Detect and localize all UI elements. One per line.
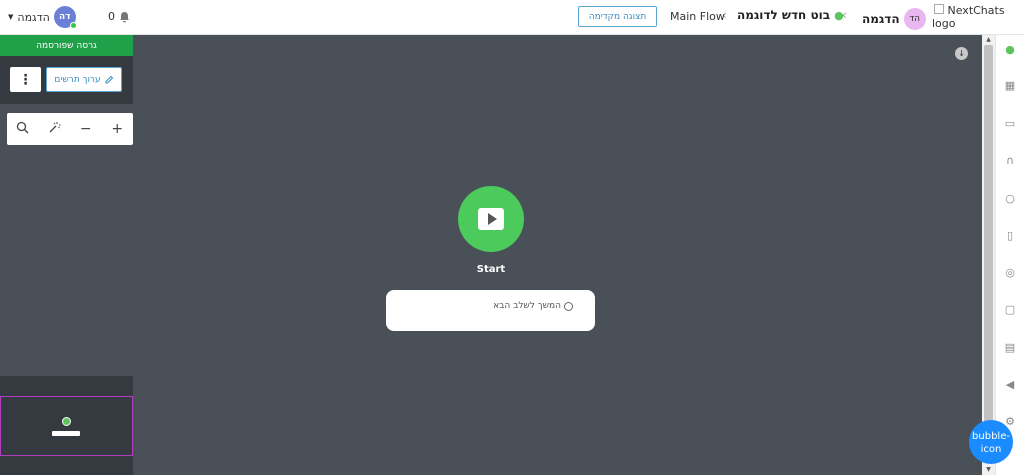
chat-bubble-button[interactable]: bubble-icon xyxy=(969,420,1013,464)
minimap-card-node xyxy=(52,431,80,436)
nav-bots-icon[interactable]: ● xyxy=(1003,43,1017,57)
minimap-start-node xyxy=(62,417,71,426)
bell-icon xyxy=(120,11,129,22)
right-sidebar-nav xyxy=(995,35,1024,475)
play-icon xyxy=(478,208,504,230)
zoom-toolbar: − + xyxy=(7,113,133,145)
user-initials: דה xyxy=(59,12,71,22)
logo[interactable]: NextChats logo xyxy=(926,0,1024,35)
nav-calendar-icon[interactable]: ▢ xyxy=(1003,303,1017,317)
edit-draft-label: ערוך תרשים xyxy=(54,74,101,85)
minimap-viewport[interactable] xyxy=(0,396,133,456)
breadcrumb-workspace[interactable]: הדגמה הד xyxy=(862,8,926,30)
notifications[interactable]: 0 xyxy=(108,10,130,23)
flow-name: Main Flow xyxy=(670,10,725,23)
user-menu[interactable]: ▼ הדגמה דה xyxy=(8,6,77,29)
workspace-avatar: הד xyxy=(903,8,926,30)
start-node-label: Start xyxy=(476,264,506,275)
preview-button[interactable]: תצוגה מקדימה xyxy=(578,6,657,27)
logo-broken-image-icon xyxy=(934,4,944,14)
user-name: הדגמה xyxy=(17,10,50,24)
workspace-name: הדגמה xyxy=(862,12,900,26)
chevron-down-icon: ▼ xyxy=(8,13,14,21)
online-status-dot xyxy=(69,22,77,29)
download-icon[interactable]: ↓ xyxy=(955,47,968,60)
nav-apps-grid-icon[interactable]: ▦ xyxy=(1003,79,1017,93)
nav-book-icon[interactable]: ▯ xyxy=(1003,229,1017,243)
nav-broadcast-icon[interactable]: ▭ xyxy=(1003,117,1017,131)
flow-canvas[interactable] xyxy=(133,35,995,475)
notification-count: 0 xyxy=(108,10,115,23)
scrollbar-thumb[interactable] xyxy=(984,45,993,460)
scroll-down-arrow-icon[interactable]: ▼ xyxy=(982,465,995,475)
more-options-button[interactable]: ⋮ xyxy=(10,67,41,92)
magic-wand-icon[interactable] xyxy=(42,121,66,138)
zoom-in-icon[interactable]: + xyxy=(105,121,129,137)
nav-user-icon[interactable]: ○ xyxy=(1003,192,1017,206)
nav-archive-icon[interactable]: ▤ xyxy=(1003,341,1017,355)
next-step-connector[interactable] xyxy=(564,302,573,311)
breadcrumb-bot[interactable]: בוט חדש לדוגמה ● xyxy=(737,8,844,22)
start-node[interactable] xyxy=(458,186,524,252)
nav-headset-icon[interactable]: ∩ xyxy=(1003,154,1017,168)
search-icon[interactable] xyxy=(11,121,35,138)
breadcrumb-flow[interactable]: Main Flow xyxy=(670,10,725,23)
nav-globe-icon[interactable]: ◎ xyxy=(1003,266,1017,280)
scroll-up-arrow-icon[interactable]: ▲ xyxy=(982,35,995,45)
bot-name: בוט חדש לדוגמה xyxy=(737,8,831,22)
published-version-badge: גרסה שפורסמה xyxy=(0,35,133,56)
edit-draft-button[interactable]: ערוך תרשים xyxy=(46,67,122,92)
nav-megaphone-icon[interactable]: ◀ xyxy=(1003,378,1017,392)
chat-bubbles-icon: ● xyxy=(834,8,844,22)
pencil-icon xyxy=(105,75,113,84)
user-avatar: דה xyxy=(53,6,77,29)
start-node-card[interactable]: המשך לשלב הבא xyxy=(386,290,595,331)
zoom-out-icon[interactable]: − xyxy=(74,121,98,137)
next-step-label: המשך לשלב הבא xyxy=(493,301,561,311)
